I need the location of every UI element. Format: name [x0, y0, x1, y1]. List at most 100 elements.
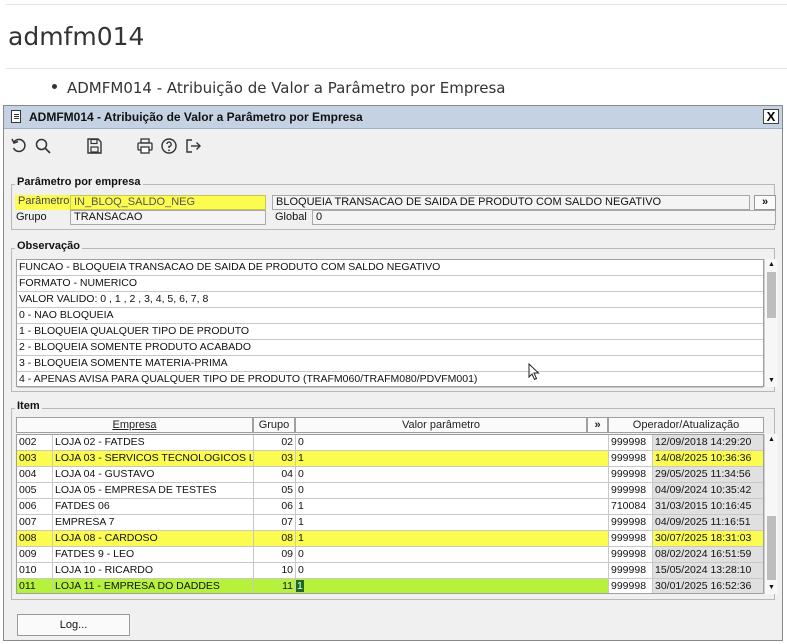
- table-row[interactable]: 009 FATDES 9 - LEO 09 0 999998 08/02/2024 16:…: [17, 547, 763, 563]
- table-row[interactable]: 003 LOJA 03 - SERVICOS TECNOLOGICOS LTDA 0…: [17, 451, 763, 467]
- close-button[interactable]: X: [763, 109, 779, 124]
- cell-operador: 999998: [609, 563, 653, 579]
- observacao-line: FUNCAO - BLOQUEIA TRANSACAO DE SAIDA DE …: [17, 260, 763, 276]
- cell-atualizacao: 14/08/2025 10:36:36: [653, 451, 763, 467]
- cell-grupo: 11: [254, 579, 296, 593]
- parametro-input[interactable]: IN_BLOQ_SALDO_NEG: [70, 195, 266, 210]
- cell-grupo: 06: [254, 499, 296, 515]
- exit-icon[interactable]: [184, 137, 202, 155]
- cell-operador: 710084: [609, 499, 653, 515]
- observacao-scrollbar[interactable]: ▲ ▼: [764, 259, 778, 387]
- cell-valor-parametro[interactable]: 1: [296, 531, 609, 547]
- search-icon[interactable]: [34, 137, 52, 155]
- grupo-field: TRANSACAO: [70, 210, 266, 225]
- observacao-line: 3 - BLOQUEIA SOMENTE MATERIA-PRIMA: [17, 356, 763, 372]
- bullet-dot-icon: [52, 84, 57, 89]
- cell-grupo: 10: [254, 563, 296, 579]
- cell-valor-parametro[interactable]: 0: [296, 483, 609, 499]
- table-row[interactable]: 010 LOJA 10 - RICARDO 10 0 999998 15/05/2024 …: [17, 563, 763, 579]
- cell-valor-parametro[interactable]: 1: [296, 451, 609, 467]
- app-window: ADMFM014 - Atribuição de Valor a Parâmet…: [3, 105, 783, 641]
- scroll-thumb[interactable]: [767, 516, 776, 580]
- global-label: Global: [275, 211, 307, 223]
- document-icon: [11, 110, 21, 123]
- cell-grupo: 07: [254, 515, 296, 531]
- log-button[interactable]: Log...: [17, 614, 130, 636]
- cell-codigo: 006: [17, 499, 53, 515]
- cell-empresa-nome: FATDES 9 - LEO: [53, 547, 254, 563]
- valor-more-button[interactable]: »: [587, 417, 608, 433]
- selected-value-text: 1: [296, 580, 304, 592]
- cell-codigo: 010: [17, 563, 53, 579]
- observacao-group-label: Observação: [15, 240, 82, 252]
- header-grupo[interactable]: Grupo: [253, 417, 295, 433]
- print-icon[interactable]: [136, 137, 154, 155]
- undo-icon[interactable]: [10, 137, 28, 155]
- cell-valor-parametro[interactable]: 1: [296, 579, 609, 593]
- page-bullet-text: ADMFM014 - Atribuição de Valor a Parâmet…: [67, 79, 506, 97]
- cell-atualizacao: 30/01/2025 16:52:36: [653, 579, 763, 593]
- item-scrollbar[interactable]: ▲ ▼: [764, 434, 778, 594]
- table-row[interactable]: 005 LOJA 05 - EMPRESA DE TESTES 05 0 999998 0…: [17, 483, 763, 499]
- scroll-down-icon[interactable]: ▼: [765, 375, 778, 387]
- observacao-line: FORMATO - NUMERICO: [17, 276, 763, 292]
- cell-codigo: 009: [17, 547, 53, 563]
- cell-valor-parametro[interactable]: 0: [296, 435, 609, 451]
- header-operador-atualizacao[interactable]: Operador/Atualização: [608, 417, 764, 433]
- cell-operador: 999998: [609, 467, 653, 483]
- parametro-more-button[interactable]: »: [754, 195, 776, 210]
- table-row[interactable]: 011 LOJA 11 - EMPRESA DO DADDES 11 1 999998 3…: [17, 579, 763, 593]
- cell-empresa-nome: LOJA 02 - FATDES: [53, 435, 254, 451]
- cell-codigo: 002: [17, 435, 53, 451]
- cell-codigo: 011: [17, 579, 53, 593]
- cell-valor-parametro[interactable]: 0: [296, 547, 609, 563]
- cell-valor-parametro[interactable]: 0: [296, 563, 609, 579]
- cell-atualizacao: 04/09/2025 11:16:51: [653, 515, 763, 531]
- parametro-label: Parâmetro: [15, 195, 70, 210]
- top-divider: [6, 4, 787, 5]
- cell-codigo: 008: [17, 531, 53, 547]
- cell-empresa-nome: LOJA 11 - EMPRESA DO DADDES: [53, 579, 254, 593]
- cell-grupo: 08: [254, 531, 296, 547]
- cell-empresa-nome: LOJA 04 - GUSTAVO: [53, 467, 254, 483]
- item-group-label: Item: [15, 400, 42, 412]
- window-title-bar: ADMFM014 - Atribuição de Valor a Parâmet…: [4, 106, 782, 129]
- table-row[interactable]: 002 LOJA 02 - FATDES 02 0 999998 12/09/2018 1…: [17, 435, 763, 451]
- table-row[interactable]: 008 LOJA 08 - CARDOSO 08 1 999998 30/07/2025 …: [17, 531, 763, 547]
- cell-empresa-nome: EMPRESA 7: [53, 515, 254, 531]
- cell-codigo: 004: [17, 467, 53, 483]
- cell-grupo: 05: [254, 483, 296, 499]
- window-title: ADMFM014 - Atribuição de Valor a Parâmet…: [29, 110, 363, 124]
- cell-operador: 999998: [609, 531, 653, 547]
- header-empresa-label: Empresa: [112, 419, 157, 431]
- scroll-thumb[interactable]: [767, 272, 776, 318]
- cell-operador: 999998: [609, 579, 653, 593]
- cell-grupo: 02: [254, 435, 296, 451]
- cell-empresa-nome: LOJA 08 - CARDOSO: [53, 531, 254, 547]
- header-valor-parametro[interactable]: Valor parâmetro: [295, 417, 587, 433]
- param-group-label: Parâmetro por empresa: [15, 176, 143, 188]
- parametro-description: BLOQUEIA TRANSACAO DE SAIDA DE PRODUTO C…: [272, 195, 750, 210]
- scroll-down-icon[interactable]: ▼: [765, 582, 778, 594]
- cell-atualizacao: 15/05/2024 13:28:10: [653, 563, 763, 579]
- table-row[interactable]: 004 LOJA 04 - GUSTAVO 04 0 999998 29/05/2025 …: [17, 467, 763, 483]
- cell-valor-parametro[interactable]: 1: [296, 515, 609, 531]
- table-row[interactable]: 007 EMPRESA 7 07 1 999998 04/09/2025 11:16:51: [17, 515, 763, 531]
- item-grid[interactable]: 002 LOJA 02 - FATDES 02 0 999998 12/09/2018 1…: [16, 434, 764, 594]
- cell-valor-parametro[interactable]: 0: [296, 467, 609, 483]
- cell-valor-parametro[interactable]: 1: [296, 499, 609, 515]
- observacao-list[interactable]: FUNCAO - BLOQUEIA TRANSACAO DE SAIDA DE …: [16, 259, 764, 388]
- scroll-up-icon[interactable]: ▲: [765, 434, 778, 446]
- observacao-line: VALOR VALIDO: 0 , 1 , 2 , 3, 4, 5, 6, 7,…: [17, 292, 763, 308]
- item-group: Item Empresa Grupo Valor parâmetro » Ope…: [11, 400, 778, 600]
- save-icon[interactable]: [85, 137, 103, 155]
- scroll-up-icon[interactable]: ▲: [765, 259, 778, 271]
- mouse-cursor-icon: [528, 362, 540, 381]
- cell-grupo: 09: [254, 547, 296, 563]
- header-empresa[interactable]: Empresa: [16, 417, 253, 433]
- cell-codigo: 003: [17, 451, 53, 467]
- help-icon[interactable]: [160, 137, 178, 155]
- table-row[interactable]: 006 FATDES 06 06 1 710084 31/03/2015 10:16:45: [17, 499, 763, 515]
- cell-atualizacao: 08/02/2024 16:51:59: [653, 547, 763, 563]
- cell-operador: 999998: [609, 547, 653, 563]
